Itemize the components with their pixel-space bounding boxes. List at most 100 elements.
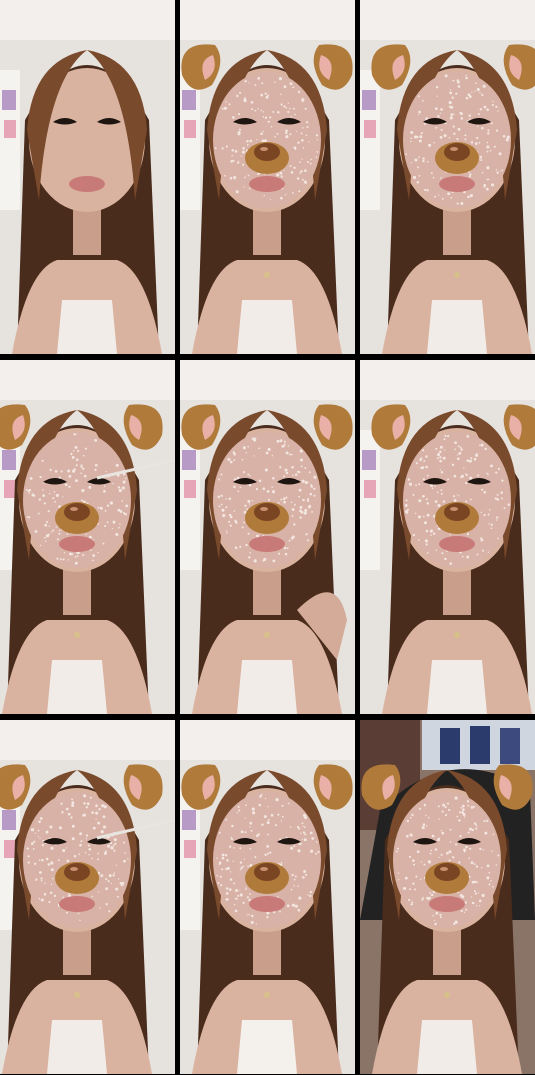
glitter-speck xyxy=(471,91,473,93)
glitter-speck xyxy=(88,485,92,489)
glitter-speck xyxy=(97,551,99,554)
frame-8-image xyxy=(180,720,355,1074)
glitter-speck xyxy=(438,818,440,820)
glitter-speck xyxy=(315,852,318,855)
glitter-speck xyxy=(418,175,421,177)
glitter-speck xyxy=(413,863,416,866)
glitter-speck xyxy=(84,447,88,450)
glitter-speck xyxy=(242,147,245,150)
glitter-speck xyxy=(233,177,236,180)
glitter-speck xyxy=(220,494,223,498)
glitter-speck xyxy=(65,847,67,849)
glitter-speck xyxy=(89,796,92,799)
glitter-speck xyxy=(299,516,302,519)
glitter-speck xyxy=(40,880,43,882)
sticker xyxy=(2,450,16,470)
glitter-speck xyxy=(414,888,417,891)
glitter-speck xyxy=(464,134,467,137)
glitter-speck xyxy=(409,833,413,837)
glitter-speck xyxy=(58,905,60,907)
glitter-speck xyxy=(261,82,264,85)
glitter-speck xyxy=(468,459,472,463)
glitter-speck xyxy=(49,825,53,829)
glitter-speck xyxy=(497,467,500,470)
glitter-speck xyxy=(466,555,470,559)
glitter-speck xyxy=(487,129,490,132)
glitter-speck xyxy=(247,865,249,868)
glitter-speck xyxy=(225,892,229,895)
dog-nose-highlight xyxy=(260,147,268,151)
video-frame-grid xyxy=(0,0,535,1075)
glitter-speck xyxy=(439,469,441,471)
glitter-speck xyxy=(308,141,310,143)
glitter-speck xyxy=(252,811,256,815)
glitter-speck xyxy=(91,895,94,898)
glitter-speck xyxy=(296,177,300,180)
necklace-pendant xyxy=(74,632,80,638)
glitter-speck xyxy=(465,74,467,76)
glitter-speck xyxy=(433,141,435,144)
glitter-speck xyxy=(267,805,269,808)
glitter-speck xyxy=(440,853,443,856)
glitter-speck xyxy=(418,156,420,158)
glitter-speck xyxy=(107,844,111,848)
glitter-speck xyxy=(442,456,446,460)
glitter-speck xyxy=(291,192,294,194)
glitter-speck xyxy=(420,132,423,135)
glitter-speck xyxy=(450,105,454,109)
glitter-speck xyxy=(301,127,304,129)
glitter-speck xyxy=(478,141,481,144)
glitter-speck xyxy=(97,858,100,861)
glitter-speck xyxy=(60,802,63,805)
glitter-speck xyxy=(486,145,490,149)
glitter-speck xyxy=(495,105,498,108)
glitter-speck xyxy=(441,552,444,555)
glitter-speck xyxy=(32,848,35,850)
glitter-speck xyxy=(277,110,280,114)
glitter-speck xyxy=(459,893,463,897)
glitter-speck xyxy=(457,85,461,88)
dog-nose xyxy=(444,503,470,521)
glitter-speck xyxy=(469,194,473,198)
glitter-speck xyxy=(301,138,304,142)
glitter-speck xyxy=(127,858,129,860)
glitter-speck xyxy=(303,813,307,818)
glitter-speck xyxy=(461,555,464,558)
glitter-speck xyxy=(220,503,223,506)
glitter-speck xyxy=(245,543,248,547)
glitter-speck xyxy=(297,90,301,94)
glitter-speck xyxy=(416,850,420,854)
glitter-speck xyxy=(38,859,41,861)
glitter-speck xyxy=(258,479,262,483)
glitter-speck xyxy=(439,450,442,454)
glitter-speck xyxy=(310,849,314,853)
glitter-speck xyxy=(281,815,284,818)
glitter-speck xyxy=(54,470,58,473)
glitter-speck xyxy=(487,551,489,553)
glitter-speck xyxy=(74,561,78,565)
glitter-speck xyxy=(285,135,289,139)
glitter-speck xyxy=(449,91,453,95)
glitter-speck xyxy=(265,451,269,455)
glitter-speck xyxy=(247,499,251,503)
glitter-speck xyxy=(422,823,426,826)
frame-9-image xyxy=(360,720,535,1074)
glitter-speck xyxy=(247,445,249,448)
glitter-speck xyxy=(120,884,123,887)
glitter-speck xyxy=(439,916,442,919)
glitter-speck xyxy=(42,494,46,497)
glitter-speck xyxy=(55,526,57,528)
dog-nose xyxy=(254,143,280,161)
dog-nose xyxy=(254,503,280,521)
sticker xyxy=(4,840,16,858)
glitter-speck xyxy=(425,465,428,469)
glitter-speck xyxy=(442,500,446,503)
glitter-speck xyxy=(64,483,68,487)
glitter-speck xyxy=(460,202,464,205)
glitter-speck xyxy=(311,837,315,840)
glitter-speck xyxy=(456,202,459,205)
dog-nose-highlight xyxy=(260,507,268,511)
glitter-speck xyxy=(486,150,489,153)
glitter-speck xyxy=(435,549,437,551)
glitter-speck xyxy=(288,539,291,542)
